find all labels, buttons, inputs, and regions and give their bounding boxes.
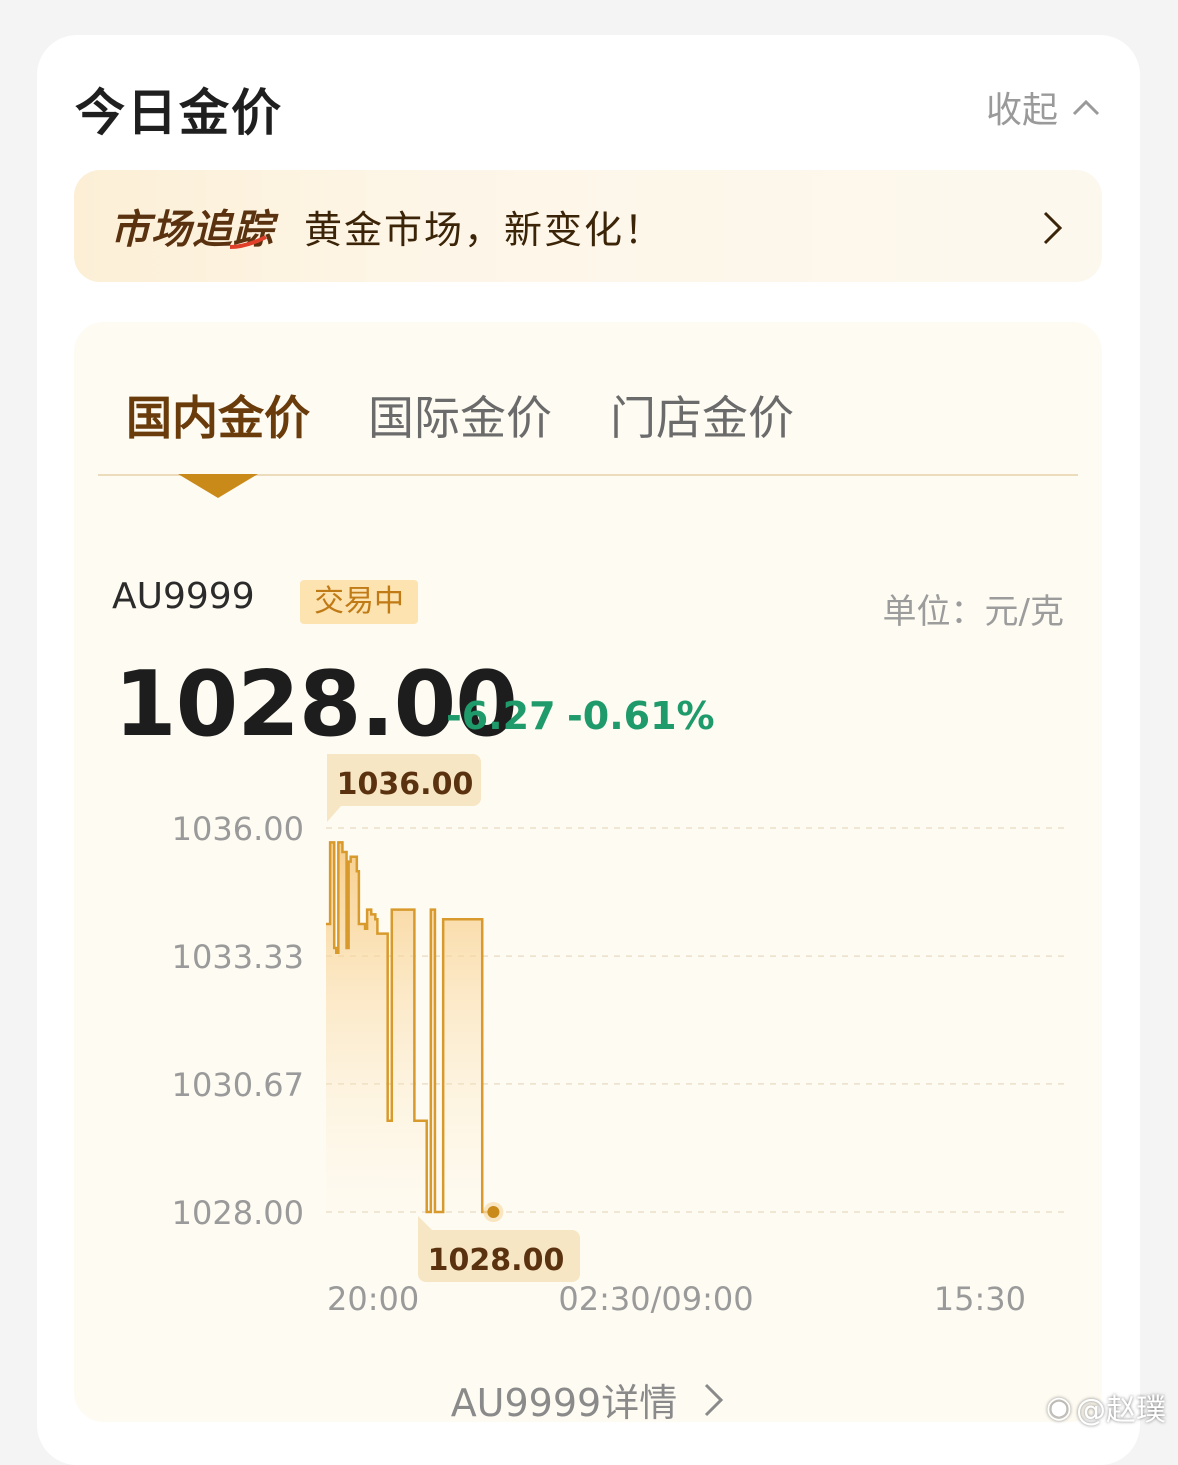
collapse-label: 收起 bbox=[985, 90, 1058, 131]
banner-text: 黄金市场，新变化！ bbox=[304, 207, 665, 252]
price-change-percent: -0.61% bbox=[567, 694, 715, 738]
swoosh-icon bbox=[229, 235, 267, 249]
max-label: 1036.00 bbox=[337, 767, 474, 802]
chevron-right-icon bbox=[705, 1383, 724, 1416]
y-tick-label: 1030.67 bbox=[172, 1066, 304, 1104]
y-tick-label: 1028.00 bbox=[172, 1194, 304, 1232]
chevron-up-icon bbox=[1072, 99, 1100, 116]
price-panel: 国内金价 国际金价 门店金价 AU9999 交易中 单位：元/克 1028.00… bbox=[74, 322, 1102, 1425]
unit-label: 单位：元/克 bbox=[882, 592, 1064, 632]
symbol-label: AU9999 bbox=[112, 576, 255, 617]
y-tick-label: 1036.00 bbox=[172, 810, 304, 848]
collapse-button[interactable]: 收起 bbox=[986, 81, 1100, 133]
price-change: -6.27 bbox=[446, 694, 556, 738]
x-tick-label: 20:00 bbox=[327, 1280, 419, 1318]
x-tick-label: 02:30/09:00 bbox=[558, 1280, 753, 1318]
weibo-icon: ◉ bbox=[1045, 1389, 1072, 1425]
tab-international[interactable]: 国际金价 bbox=[368, 382, 552, 448]
min-label: 1028.00 bbox=[428, 1243, 565, 1278]
end-dot bbox=[487, 1206, 500, 1218]
tab-store[interactable]: 门店金价 bbox=[610, 382, 794, 448]
tab-domestic[interactable]: 国内金价 bbox=[126, 382, 310, 448]
detail-link[interactable]: AU9999详情 bbox=[74, 1372, 1102, 1427]
watermark-text: @赵璞 bbox=[1076, 1393, 1166, 1428]
price-chart: 1036.00 1033.33 1030.67 1028.00 20:00 02:30/0… bbox=[172, 754, 1066, 1318]
y-tick-label: 1033.33 bbox=[172, 938, 304, 976]
tab-indicator-icon bbox=[178, 474, 258, 498]
watermark: ◉ @赵璞 bbox=[1046, 1385, 1166, 1429]
chevron-right-icon bbox=[1043, 211, 1063, 245]
detail-link-label: AU9999详情 bbox=[450, 1381, 678, 1425]
gold-price-card: 今日金价 收起 市场追踪 黄金市场，新变化！ 国内金价 国际金价 门店金价 AU… bbox=[37, 35, 1140, 1465]
status-badge: 交易中 bbox=[300, 580, 418, 624]
x-tick-label: 15:30 bbox=[934, 1280, 1026, 1318]
price-area bbox=[326, 842, 489, 1212]
market-tracking-banner[interactable]: 市场追踪 黄金市场，新变化！ bbox=[74, 170, 1102, 282]
market-tracking-logo: 市场追踪 bbox=[110, 197, 274, 255]
page-title: 今日金价 bbox=[75, 84, 283, 142]
